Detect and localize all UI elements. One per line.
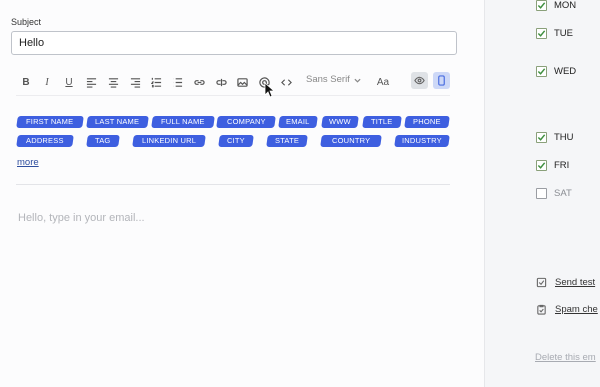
underline-button[interactable]: U — [60, 73, 78, 91]
preview-toggle[interactable] — [411, 72, 428, 89]
merge-tag-phone[interactable]: PHONE — [404, 116, 450, 128]
underline-icon: U — [65, 76, 73, 88]
spam-check-label: Spam che — [555, 304, 598, 315]
day-label: THU — [554, 132, 574, 143]
merge-tag-tag[interactable]: TAG — [86, 135, 120, 147]
text-size-button[interactable]: Aa — [372, 73, 394, 91]
email-body-input[interactable]: Hello, type in your email... — [18, 212, 145, 224]
font-family-select[interactable]: Sans Serif — [306, 74, 361, 85]
day-label: SAT — [554, 188, 572, 199]
link-button[interactable] — [190, 73, 208, 91]
eye-icon — [414, 76, 425, 85]
image-button[interactable] — [233, 73, 251, 91]
image-icon — [236, 77, 248, 87]
text-size-icon: Aa — [376, 76, 390, 88]
send-test-label: Send test — [555, 277, 596, 288]
checkbox-checked-icon[interactable] — [536, 0, 547, 11]
more-tags-link[interactable]: more — [17, 157, 39, 168]
mouse-pointer-icon — [264, 82, 274, 98]
bullet-list-icon — [172, 77, 182, 87]
merge-tag-first-name[interactable]: FIRST NAME — [16, 116, 84, 128]
merge-tag-email[interactable]: EMAIL — [278, 116, 318, 128]
merge-tag-city[interactable]: CITY — [218, 135, 254, 147]
mobile-view-toggle[interactable] — [433, 72, 450, 89]
align-center-icon — [108, 77, 118, 88]
merge-tag-full-name[interactable]: FULL NAME — [151, 116, 215, 128]
merge-tag-address[interactable]: ADDRESS — [16, 135, 74, 147]
chevron-down-icon — [354, 76, 361, 83]
merge-tag-company[interactable]: COMPANY — [216, 116, 276, 128]
code-icon — [280, 78, 292, 86]
day-label: TUE — [554, 28, 573, 39]
font-family-value: Sans Serif — [306, 74, 350, 85]
link-icon — [193, 79, 205, 85]
checkbox-checked-icon[interactable] — [536, 28, 547, 39]
checkbox-checked-icon[interactable] — [536, 66, 547, 77]
day-thu[interactable]: THU — [536, 132, 574, 143]
editor-toolbar: B I U Sans Serif Aa — [16, 71, 452, 93]
day-label: WED — [554, 66, 577, 77]
align-left-button[interactable] — [82, 73, 100, 91]
day-tue[interactable]: TUE — [536, 28, 573, 39]
checkbox-unchecked-icon[interactable] — [536, 188, 547, 199]
send-mail-icon — [536, 277, 547, 288]
merge-tag-www[interactable]: WWW — [321, 116, 359, 128]
unlink-button[interactable] — [212, 73, 230, 91]
checkbox-checked-icon[interactable] — [536, 160, 547, 171]
merge-tag-country[interactable]: COUNTRY — [320, 135, 382, 147]
merge-tag-title[interactable]: TITLE — [362, 116, 402, 128]
delete-email-link[interactable]: Delete this em — [535, 352, 596, 363]
subject-input[interactable] — [11, 31, 457, 55]
bullet-list-button[interactable] — [168, 73, 186, 91]
day-label: MON — [554, 0, 577, 11]
mobile-view-icon — [438, 75, 445, 86]
italic-button[interactable]: I — [38, 73, 56, 91]
day-mon[interactable]: MON — [536, 0, 576, 11]
merge-tag-linkedin-url[interactable]: LINKEDIN URL — [132, 135, 206, 147]
bold-button[interactable]: B — [17, 73, 35, 91]
editor-divider — [16, 184, 450, 185]
subject-label: Subject — [11, 17, 42, 27]
align-left-icon — [86, 77, 96, 88]
email-editor-panel: Subject B I U — [0, 0, 484, 387]
ordered-list-button[interactable] — [147, 73, 165, 91]
merge-tag-state[interactable]: STATE — [266, 135, 308, 147]
day-sat[interactable]: SAT — [536, 188, 572, 199]
send-test-link[interactable]: Send test — [536, 277, 595, 288]
day-fri[interactable]: FRI — [536, 160, 569, 171]
align-right-button[interactable] — [126, 73, 144, 91]
toolbar-divider — [16, 95, 450, 96]
day-label: FRI — [554, 160, 570, 171]
checkbox-checked-icon[interactable] — [536, 132, 547, 143]
italic-icon: I — [45, 76, 49, 88]
day-wed[interactable]: WED — [536, 66, 576, 77]
merge-tag-industry[interactable]: INDUSTRY — [394, 135, 450, 147]
unlink-icon — [215, 78, 227, 86]
spam-check-link[interactable]: Spam che — [536, 304, 598, 315]
align-center-button[interactable] — [104, 73, 122, 91]
bold-icon: B — [22, 76, 30, 88]
ordered-list-icon — [150, 77, 161, 87]
clipboard-check-icon — [537, 304, 546, 315]
merge-tag-last-name[interactable]: LAST NAME — [86, 116, 149, 128]
code-button[interactable] — [277, 73, 295, 91]
align-right-icon — [130, 77, 140, 88]
